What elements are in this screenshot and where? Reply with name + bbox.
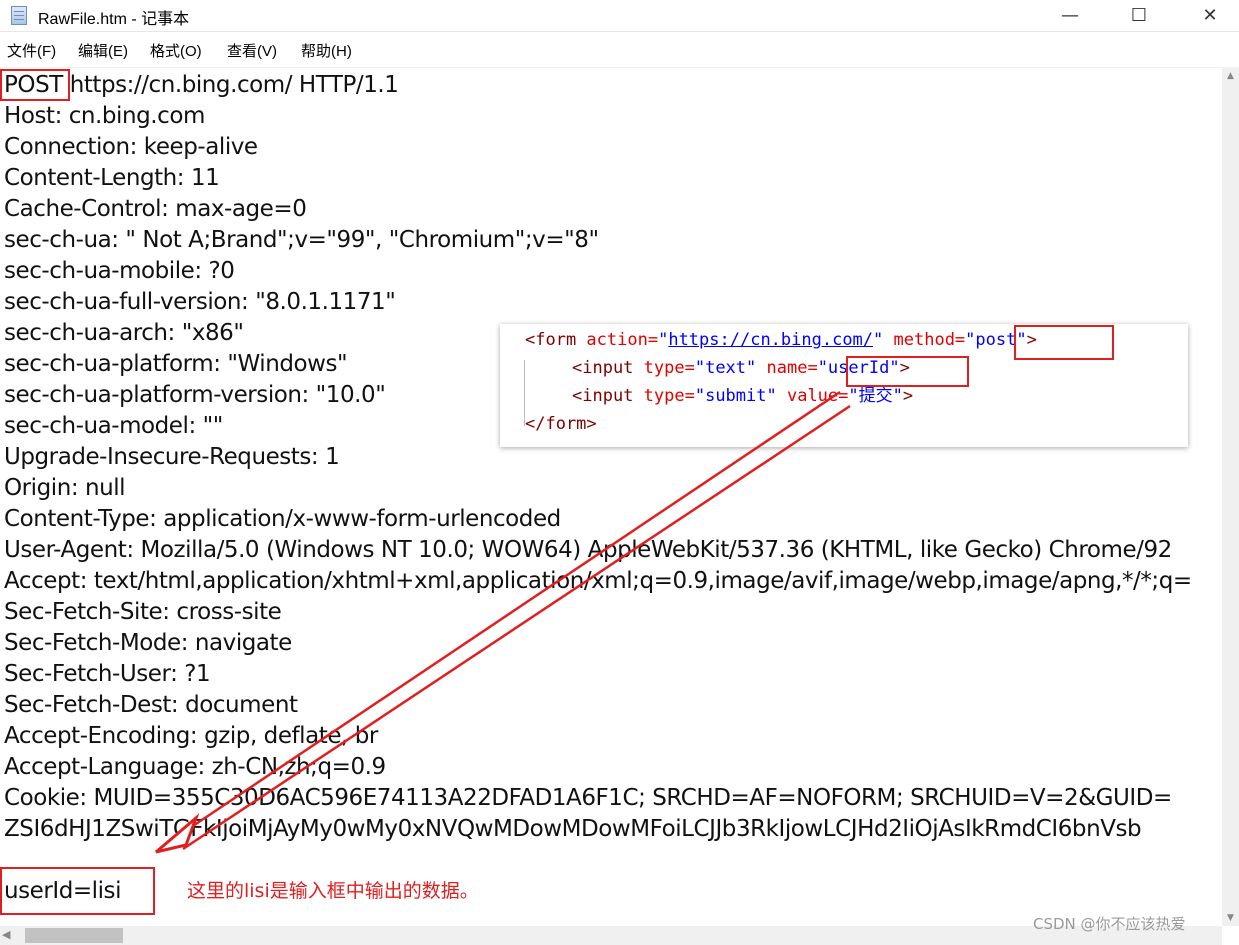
arrow-head [155, 813, 200, 854]
watermark: CSDN @你不应该热爱 [1033, 915, 1186, 933]
scroll-down-icon[interactable]: ▼ [1222, 909, 1239, 926]
annotation-arrow [155, 390, 851, 854]
arrow-shaft [182, 404, 851, 851]
annotation-text: 这里的lisi是输入框中输出的数据。 [187, 880, 479, 902]
scroll-left-icon[interactable]: ◀ [2, 928, 10, 941]
horizontal-scroll-thumb[interactable] [25, 928, 123, 943]
vertical-scrollbar[interactable]: ▲ ▼ [1222, 67, 1239, 926]
scroll-up-icon[interactable]: ▲ [1222, 67, 1239, 84]
arrow-shaft [174, 390, 841, 840]
